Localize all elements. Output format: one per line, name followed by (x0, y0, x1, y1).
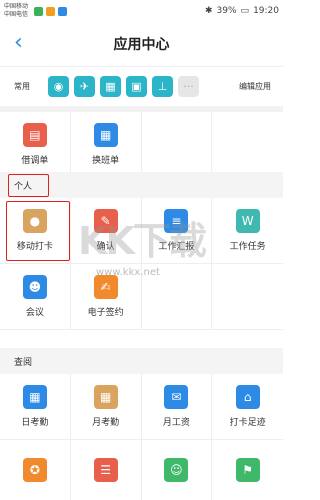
carrier-2: 中国电信 (4, 11, 29, 18)
calendar-icon[interactable]: ▦ (100, 76, 121, 97)
calendar-icon: ▦ (22, 385, 47, 409)
app-tile[interactable]: ☰ (71, 440, 142, 500)
app-tile[interactable]: W 工作任务 (212, 198, 283, 264)
stamp-icon[interactable]: ⊥ (152, 76, 173, 97)
app-screen: { "status":{"carrier1":"中国移动","carrier2"… (0, 0, 283, 500)
query-apps-grid: ▦ 日考勤 ▦ 月考勤 ✉ 月工资 ⌂ 打卡足迹 ✪ ☰ ☺ ⚑ (0, 374, 283, 500)
app-tile[interactable]: ☻ 会议 (0, 264, 71, 330)
carrier-info: 中国移动 中国电信 (4, 3, 28, 19)
empty-cell (212, 264, 283, 330)
app-icon (58, 6, 68, 16)
app-tile[interactable]: ▦ 日考勤 (0, 374, 71, 440)
list-icon: ☰ (93, 457, 118, 482)
header: ‹ 应用中心 (0, 22, 283, 66)
app-label: 月工资 (162, 418, 190, 428)
empty-cell (212, 112, 283, 178)
app-tile[interactable]: ▦ 月考勤 (70, 374, 142, 440)
contract-icon: ✍ (93, 275, 118, 299)
app-label: 月考勤 (92, 418, 120, 428)
watermark: KK下载 (78, 219, 207, 263)
highlight-box (6, 201, 70, 261)
battery-level: 39% (216, 6, 237, 16)
calendar-icon: ▦ (93, 385, 118, 409)
app-label: 电子签约 (87, 308, 124, 318)
app-tile[interactable]: ⚑ (212, 440, 283, 500)
watermark-url: www.kkx.net (96, 267, 160, 278)
chat-icon[interactable]: ◉ (48, 76, 69, 97)
edit-apps-button[interactable]: 编辑应用 (239, 81, 271, 92)
common-label: 常用 (14, 82, 30, 91)
status-right: ✱ 39% ▭ 19:20 (205, 6, 279, 16)
page-title: 应用中心 (113, 37, 170, 53)
app-label: 换班单 (92, 156, 120, 166)
app-tile[interactable]: ▤ 借调单 (0, 112, 71, 178)
wechat-icon (34, 6, 44, 16)
app-tile[interactable]: ▦ 换班单 (70, 112, 142, 178)
contact-icon: ☺ (164, 457, 189, 482)
plane-icon[interactable]: ✈ (74, 76, 95, 97)
clipboard-icon[interactable]: ▣ (126, 76, 147, 97)
carrier-1: 中国移动 (4, 3, 29, 10)
envelope-icon: ✉ (164, 385, 189, 409)
status-bar: 中国移动 中国电信 ✱ 39% ▭ 19:20 (0, 0, 283, 22)
clock: 19:20 (253, 6, 279, 16)
empty-cell (141, 112, 213, 178)
notification-icons (34, 6, 68, 16)
app-tile[interactable]: ✪ (0, 440, 71, 500)
section-query: 查阅 (0, 348, 283, 374)
app-tile[interactable]: ✉ 月工资 (141, 374, 213, 440)
common-apps-list: ◉ ✈ ▦ ▣ ⊥ ··· (48, 76, 199, 97)
calendar-icon: ▦ (93, 123, 118, 147)
section-query-label: 查阅 (14, 357, 33, 368)
app-tile[interactable]: ☺ (142, 440, 213, 500)
person-icon: ☻ (22, 275, 47, 299)
common-apps-bar: 常用 ◉ ✈ ▦ ▣ ⊥ ··· 编辑应用 (0, 66, 283, 112)
app-label: 打卡足迹 (229, 418, 266, 428)
battery-icon: ▭ (240, 6, 250, 16)
card-icon: ▤ (22, 123, 47, 147)
app-icon (46, 6, 56, 16)
footprint-icon: ⌂ (235, 385, 260, 409)
more-icon[interactable]: ··· (178, 76, 199, 97)
chevron-left-icon[interactable]: ‹ (14, 32, 34, 56)
app-label: 工作任务 (229, 242, 266, 252)
bluetooth-icon: ✱ (204, 6, 213, 16)
flag-icon: ⚑ (235, 457, 260, 482)
highlight-box (8, 174, 49, 197)
task-icon: W (235, 209, 260, 233)
app-label: 会议 (25, 308, 44, 318)
top-apps-grid: ▤ 借调单 ▦ 换班单 (0, 112, 283, 178)
medal-icon: ✪ (22, 457, 47, 482)
app-label: 借调单 (21, 156, 49, 166)
app-tile[interactable]: ⌂ 打卡足迹 (212, 374, 283, 440)
app-label: 日考勤 (21, 418, 49, 428)
